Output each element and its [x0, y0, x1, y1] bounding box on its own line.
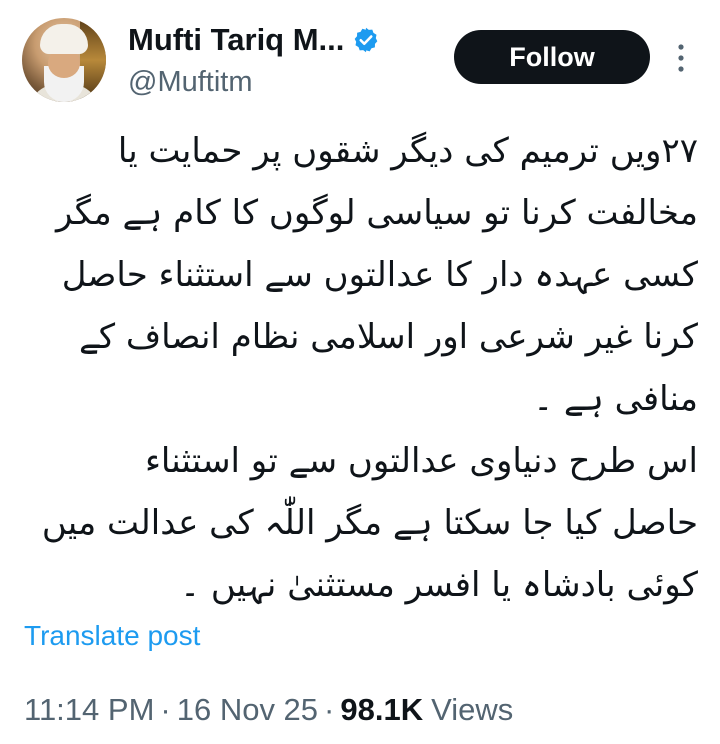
more-vertical-icon[interactable]	[666, 40, 696, 76]
post-time[interactable]: 11:14 PM	[24, 692, 154, 728]
post-line: اس طرح دنیاوی عدالتوں سے تو استثناء	[144, 441, 698, 481]
author-display-name[interactable]: Mufti Tariq M...	[128, 22, 344, 58]
meta-separator: ·	[324, 692, 335, 727]
post-line: ۲۷ویں ترمیم کی دیگر شقوں پر حمایت یا	[117, 131, 698, 171]
verified-badge-icon	[352, 26, 380, 54]
views-label: Views	[431, 692, 514, 727]
post-line: مخالفت کرنا تو سیاسی لوگوں کا کام ہے مگر	[55, 193, 698, 233]
follow-button[interactable]: Follow	[454, 30, 650, 84]
meta-separator: ·	[160, 692, 171, 727]
post-metadata: 11:14 PM · 16 Nov 25 · 98.1K Views	[24, 692, 513, 728]
post-date[interactable]: 16 Nov 25	[177, 692, 318, 728]
avatar-turban	[40, 24, 88, 54]
author-handle[interactable]: @Muftitm	[128, 66, 253, 99]
post-text: ۲۷ویں ترمیم کی دیگر شقوں پر حمایت یا مخا…	[20, 120, 698, 616]
post-line: کوئی بادشاہ یا افسر مستثنیٰ نہیں ۔	[180, 565, 698, 605]
avatar[interactable]	[22, 18, 106, 102]
translate-post-link[interactable]: Translate post	[24, 620, 200, 652]
author-name-row[interactable]: Mufti Tariq M...	[128, 22, 380, 58]
views-count: 98.1K	[340, 692, 424, 727]
post-line: کرنا غیر شرعی اور اسلامی نظام انصاف کے	[78, 317, 698, 357]
post-line: حاصل کیا جا سکتا ہے مگر اللّٰہ کی عدالت …	[41, 503, 698, 543]
post-line: کسی عہدہ دار کا عدالتوں سے استثناء حاصل	[61, 255, 698, 295]
post-line: منافی ہے ۔	[533, 379, 698, 419]
